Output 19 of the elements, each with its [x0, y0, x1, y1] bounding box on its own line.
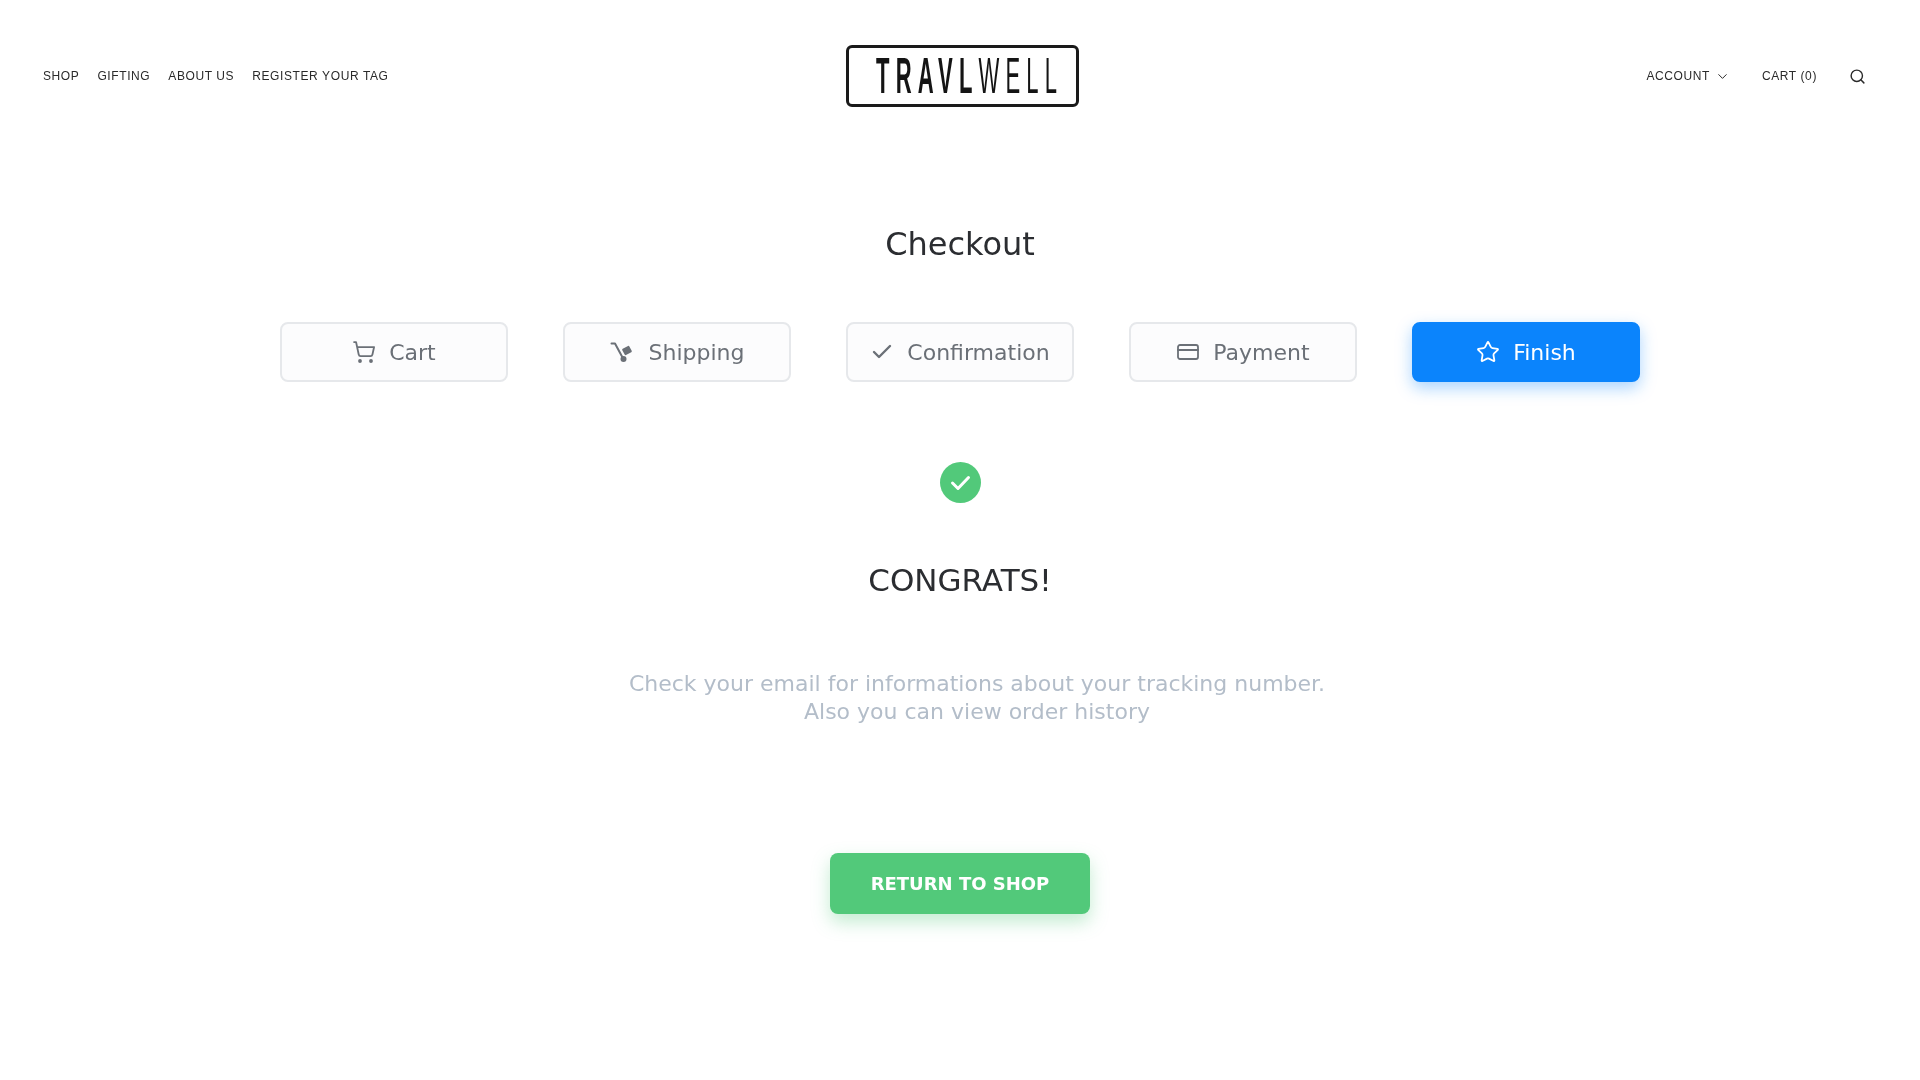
step-tab[interactable]: Confirmation: [846, 322, 1074, 382]
nav-link[interactable]: SHOP: [43, 69, 80, 83]
page-title: Checkout: [885, 224, 1035, 264]
nav-link[interactable]: GIFTING: [97, 69, 151, 83]
star-icon: [1476, 340, 1501, 364]
account-menu[interactable]: ACCOUNT: [1646, 68, 1730, 84]
step-tab[interactable]: Shipping: [563, 322, 791, 382]
success-message: Check your email for informations about your tracking number. Also you can view order history: [628, 670, 1326, 726]
success-check-icon: [939, 462, 981, 503]
nav-link[interactable]: ABOUT US: [168, 69, 235, 83]
step-tab[interactable]: Finish: [1412, 322, 1640, 382]
cart-link[interactable]: CART (0): [1761, 69, 1817, 83]
cart-icon: [352, 340, 377, 364]
step-tab[interactable]: Cart: [280, 322, 508, 382]
nav-link[interactable]: REGISTER YOUR TAG: [252, 69, 389, 83]
success-heading: CONGRATS!: [868, 562, 1052, 598]
step-tab[interactable]: Payment: [1129, 322, 1357, 382]
logo[interactable]: TRAVLWELL: [846, 45, 1079, 107]
search-icon[interactable]: [1849, 67, 1866, 85]
